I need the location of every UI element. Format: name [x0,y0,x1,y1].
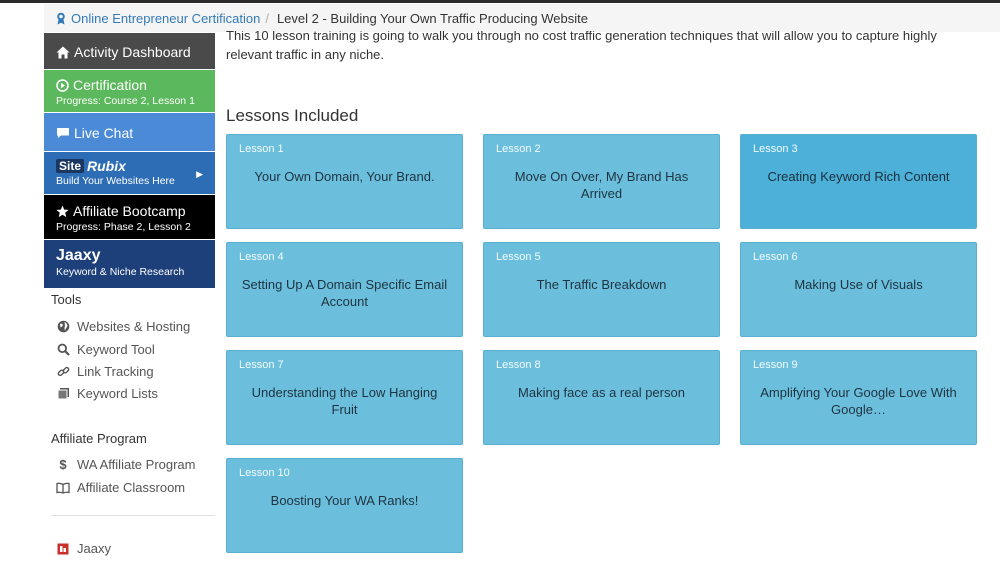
sidebar-link-label: Keyword Tool [77,342,155,357]
sidebar-link-label: WA Affiliate Program [77,457,196,472]
sidebar: Activity Dashboard Certification Progres… [44,33,215,570]
bootcamp-progress: Progress: Phase 2, Lesson 2 [56,221,191,233]
tools-heading: Tools [51,292,82,307]
sidebar-link-label: Keyword Lists [77,386,158,401]
lesson-title: Understanding the Low Hanging Fruit [251,385,438,417]
lesson-title: Move On Over, My Brand Has Arrived [514,169,689,201]
breadcrumb-separator: / [265,10,269,26]
home-icon [56,46,70,59]
sidebar-link-label: Affiliate Classroom [77,480,186,495]
lesson-card-4[interactable]: Lesson 4 Setting Up A Domain Specific Em… [226,242,463,337]
breadcrumb-current: Level 2 - Building Your Own Traffic Prod… [276,10,588,26]
book-icon [54,482,72,494]
sidebar-item-label: Certification [73,77,147,93]
sidebar-item-label: Live Chat [74,125,134,141]
lesson-number: Lesson 7 [239,359,284,371]
lesson-card-3[interactable]: Lesson 3 Creating Keyword Rich Content [740,134,977,229]
lesson-number: Lesson 8 [496,359,541,371]
lesson-number: Lesson 5 [496,251,541,263]
lesson-number: Lesson 4 [239,251,284,263]
lesson-number: Lesson 2 [496,143,541,155]
sidebar-link-keyword-tool[interactable]: Keyword Tool [54,342,155,357]
play-circle-icon [56,78,69,92]
sidebar-link-jaaxy[interactable]: Jaaxy [54,541,111,556]
lesson-title: Making face as a real person [518,385,685,400]
lesson-card-8[interactable]: Lesson 8 Making face as a real person [483,350,720,445]
list-icon [54,387,72,400]
jaaxy-tagline: Keyword & Niche Research [56,266,185,278]
star-icon [56,205,69,218]
lesson-title: Boosting Your WA Ranks! [270,493,419,508]
course-intro-text: This 10 lesson training is going to walk… [226,28,937,62]
globe-icon [54,320,72,333]
sidebar-item-siterubix[interactable]: Site Rubix Build Your Websites Here ▶ [44,152,215,194]
lesson-number: Lesson 10 [239,467,290,479]
lesson-card-10[interactable]: Lesson 10 Boosting Your WA Ranks! [226,458,463,553]
affiliate-program-heading: Affiliate Program [51,431,147,446]
lesson-title: Your Own Domain, Your Brand. [254,169,435,184]
sidebar-item-activity-dashboard[interactable]: Activity Dashboard [44,33,215,69]
lesson-card-1[interactable]: Lesson 1 Your Own Domain, Your Brand. [226,134,463,229]
lesson-title: Amplifying Your Google Love With Google… [760,385,957,417]
link-icon [54,365,72,378]
lesson-number: Lesson 9 [753,359,798,371]
lesson-number: Lesson 3 [753,143,798,155]
dollar-icon: $ [59,457,67,472]
caret-right-icon: ▶ [196,169,203,179]
siterubix-tagline: Build Your Websites Here [56,175,175,187]
sidebar-item-certification[interactable]: Certification Progress: Course 2, Lesson… [44,70,215,112]
lesson-card-5[interactable]: Lesson 5 The Traffic Breakdown [483,242,720,337]
lesson-title: The Traffic Breakdown [536,277,667,292]
sidebar-link-wa-affiliate-program[interactable]: $ WA Affiliate Program [54,457,196,472]
sidebar-item-live-chat[interactable]: Live Chat [44,113,215,151]
lesson-title: Setting Up A Domain Specific Email Accou… [241,277,448,309]
lessons-heading: Lessons Included [226,106,359,125]
sidebar-link-websites-hosting[interactable]: Websites & Hosting [54,319,190,334]
sidebar-link-link-tracking[interactable]: Link Tracking [54,364,154,379]
sidebar-link-affiliate-classroom[interactable]: Affiliate Classroom [54,480,185,495]
sidebar-link-label: Link Tracking [77,364,154,379]
sidebar-item-label: Affiliate Bootcamp [73,203,186,219]
breadcrumb-link-certification[interactable]: Online Entrepreneur Certification [56,11,260,26]
sidebar-item-label: Activity Dashboard [74,44,191,60]
siterubix-logo: Site Rubix [56,158,215,174]
lesson-title: Creating Keyword Rich Content [767,169,950,184]
sidebar-divider [51,515,215,516]
sidebar-item-jaaxy-research[interactable]: Jaaxy Keyword & Niche Research [44,240,215,288]
breadcrumb: Online Entrepreneur Certification / Leve… [44,4,1000,32]
breadcrumb-link-label: Online Entrepreneur Certification [71,10,261,26]
chat-icon [56,127,70,139]
sidebar-item-affiliate-bootcamp[interactable]: Affiliate Bootcamp Progress: Phase 2, Le… [44,195,215,239]
lesson-card-2[interactable]: Lesson 2 Move On Over, My Brand Has Arri… [483,134,720,229]
sidebar-link-label: Jaaxy [77,541,111,556]
lesson-card-9[interactable]: Lesson 9 Amplifying Your Google Love Wit… [740,350,977,445]
lesson-card-7[interactable]: Lesson 7 Understanding the Low Hanging F… [226,350,463,445]
lesson-card-6[interactable]: Lesson 6 Making Use of Visuals [740,242,977,337]
sidebar-link-label: Websites & Hosting [77,319,191,334]
jaaxy-icon [54,543,72,555]
search-icon [54,343,72,356]
lesson-number: Lesson 6 [753,251,798,263]
top-border [0,0,1000,3]
ribbon-icon [57,12,65,24]
lesson-number: Lesson 1 [239,143,284,155]
jaaxy-logo: Jaaxy [56,247,101,264]
sidebar-link-keyword-lists[interactable]: Keyword Lists [54,386,158,401]
lesson-title: Making Use of Visuals [794,277,923,292]
certification-progress: Progress: Course 2, Lesson 1 [56,95,195,107]
